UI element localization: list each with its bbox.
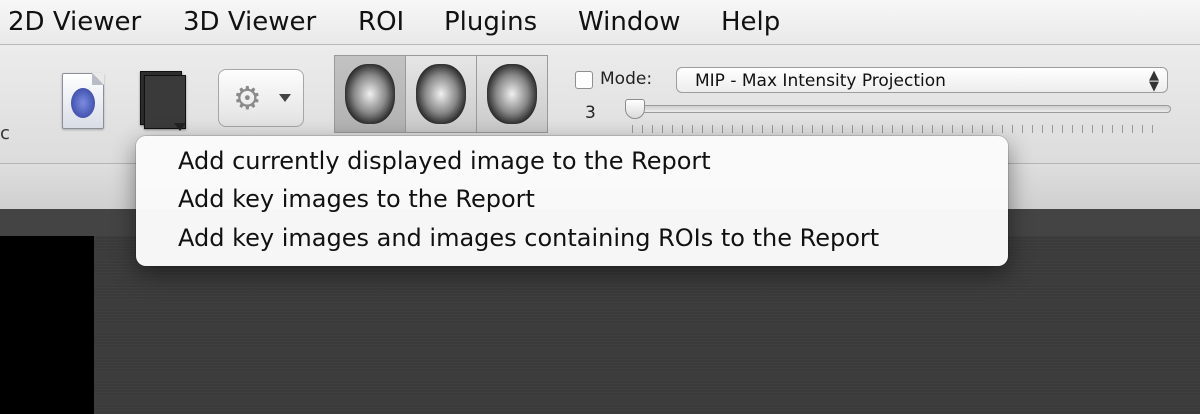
chevron-down-icon — [279, 94, 291, 102]
menu-item-add-key-images[interactable]: Add key images to the Report — [178, 180, 535, 218]
key-images-icon[interactable] — [140, 71, 186, 131]
axial-view-icon — [345, 64, 395, 124]
axial-view-button[interactable] — [335, 56, 406, 132]
menu-roi[interactable]: ROI — [358, 5, 404, 39]
menu-item-add-key-and-roi-images[interactable]: Add key images and images containing ROI… — [178, 219, 879, 257]
mode-select[interactable]: MIP - Max Intensity Projection ▲ ▼ — [676, 67, 1168, 93]
menu-item-add-current-image[interactable]: Add currently displayed image to the Rep… — [178, 142, 711, 180]
menu-bar: 2D Viewer 3D Viewer ROI Plugins Window H… — [0, 0, 1200, 45]
menu-plugins[interactable]: Plugins — [444, 5, 537, 39]
slider-thumb[interactable] — [625, 99, 645, 119]
toolbar-edge-text: c — [0, 123, 10, 144]
quill-icon — [71, 88, 95, 118]
view-orientation-control — [334, 55, 548, 133]
mode-checkbox[interactable] — [575, 71, 593, 89]
sagittal-view-icon — [487, 64, 537, 124]
menu-3d-viewer[interactable]: 3D Viewer — [183, 5, 316, 39]
mode-label: Mode: — [600, 69, 653, 89]
updown-arrows-icon: ▲ ▼ — [1149, 68, 1159, 94]
menu-help[interactable]: Help — [721, 5, 780, 39]
report-document-icon[interactable] — [62, 73, 104, 129]
app-window: 2D Viewer 3D Viewer ROI Plugins Window H… — [0, 0, 1200, 414]
image-sheet-front — [144, 75, 186, 129]
slab-thickness-value: 3 — [585, 103, 596, 123]
coronal-view-icon — [416, 64, 466, 124]
menu-window[interactable]: Window — [578, 5, 681, 39]
viewer-left-panel — [0, 236, 94, 414]
gear-icon: ⚙ — [233, 79, 262, 117]
mode-select-value: MIP - Max Intensity Projection — [695, 71, 946, 91]
gear-menu-button[interactable]: ⚙ — [218, 69, 304, 127]
sagittal-view-button[interactable] — [477, 56, 547, 132]
report-popup-menu: Add currently displayed image to the Rep… — [136, 136, 1008, 266]
dropdown-arrow-icon — [174, 123, 186, 131]
coronal-view-button[interactable] — [406, 56, 477, 132]
slab-thickness-slider[interactable] — [625, 105, 1171, 113]
menu-2d-viewer[interactable]: 2D Viewer — [8, 5, 141, 39]
slider-ticks — [632, 125, 1162, 133]
